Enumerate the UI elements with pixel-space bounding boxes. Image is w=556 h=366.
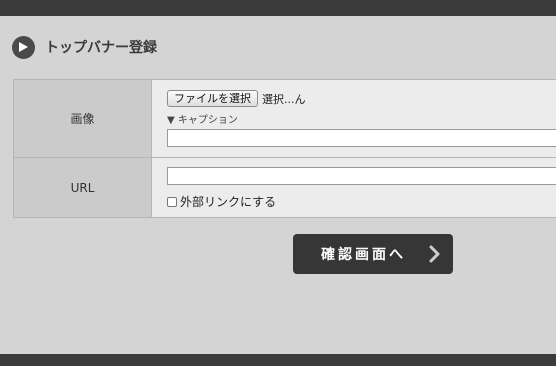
external-link-option[interactable]: 外部リンクにする	[167, 193, 556, 210]
image-label: 画像	[13, 79, 152, 158]
choose-file-button[interactable]: ファイルを選択	[167, 90, 258, 107]
play-circle-icon	[12, 35, 35, 59]
top-frame-strip	[0, 0, 556, 16]
confirm-button[interactable]: 確認画面へ	[293, 234, 453, 274]
url-value-cell: 外部リンクにする	[151, 157, 556, 218]
image-row: 画像 ファイルを選択 選択...ん ▼ キャプション	[13, 79, 556, 158]
external-link-label: 外部リンクにする	[180, 195, 277, 209]
url-row: URL 外部リンクにする	[13, 157, 556, 218]
external-link-checkbox[interactable]	[167, 196, 177, 207]
file-status-text: 選択...ん	[262, 92, 306, 106]
chevron-right-icon	[429, 245, 441, 267]
section-header: トップバナー登録	[12, 35, 157, 59]
form-panel: トップバナー登録 画像 ファイルを選択 選択...ん ▼ キャプション URL …	[0, 16, 556, 354]
banner-form-table: 画像 ファイルを選択 選択...ん ▼ キャプション URL 外部リンクにする	[13, 79, 556, 218]
file-chooser: ファイルを選択 選択...ん	[167, 90, 556, 107]
confirm-button-label: 確認画面へ	[321, 247, 406, 263]
caption-toggle[interactable]: ▼ キャプション	[167, 111, 556, 126]
image-value-cell: ファイルを選択 選択...ん ▼ キャプション	[151, 79, 556, 158]
caption-input[interactable]	[167, 129, 556, 147]
section-title: トップバナー登録	[45, 40, 157, 56]
url-label: URL	[13, 157, 152, 218]
bottom-frame-strip	[0, 354, 556, 366]
url-input[interactable]	[167, 167, 556, 185]
